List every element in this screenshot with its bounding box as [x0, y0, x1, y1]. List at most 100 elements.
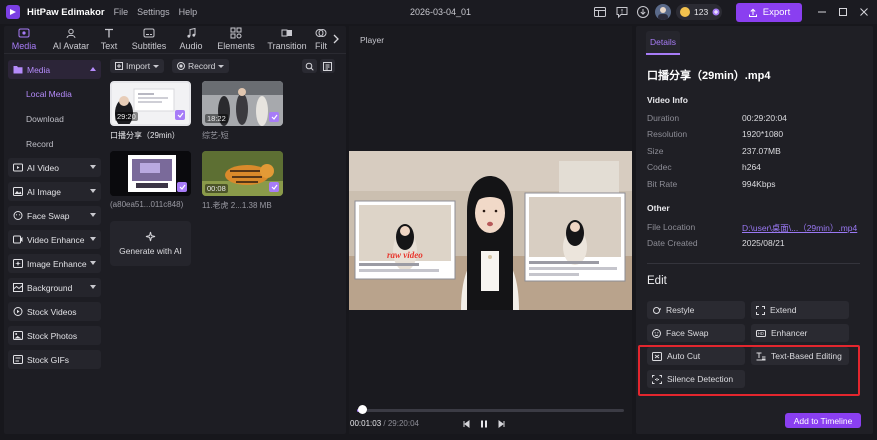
- tab-text-label: Text: [100, 41, 118, 51]
- extend-icon: [756, 305, 765, 315]
- tab-transition[interactable]: Transition: [264, 26, 310, 54]
- checkbox-checked-icon[interactable]: [175, 110, 185, 120]
- restyle-button[interactable]: Restyle: [647, 301, 745, 319]
- download-icon[interactable]: [636, 5, 650, 19]
- sidebar-item-video-enhance[interactable]: Video Enhance: [8, 230, 101, 249]
- player-title: Player: [360, 35, 385, 45]
- media-thumb-3[interactable]: [110, 151, 191, 196]
- restyle-label: Restyle: [666, 305, 695, 315]
- progress-knob[interactable]: [357, 405, 367, 414]
- video-overlay-text: raw video: [387, 250, 423, 260]
- media-thumb-4[interactable]: 00:08: [202, 151, 283, 196]
- maximize-icon[interactable]: [836, 5, 850, 19]
- tab-elements[interactable]: Elements: [214, 26, 258, 54]
- tab-elements-label: Elements: [217, 41, 255, 51]
- sidebar-item-label: AI Video: [27, 162, 59, 173]
- app-name: HitPaw Edimakor: [27, 6, 105, 18]
- media-thumb-2[interactable]: 18:22: [202, 81, 283, 126]
- checkbox-checked-icon[interactable]: [269, 182, 279, 192]
- highlight-box: [638, 345, 860, 396]
- tab-details[interactable]: Details: [646, 31, 680, 55]
- stock-videos-icon: [13, 307, 23, 316]
- sidebar-item-label: Video Enhance: [27, 234, 85, 245]
- sidebar-item-background[interactable]: Background: [8, 278, 101, 297]
- sort-button[interactable]: [320, 59, 335, 73]
- file-location-link[interactable]: D:\user\桌面\...（29min）.mp4: [742, 222, 857, 234]
- info-value: 237.07MB: [742, 146, 781, 156]
- image-enhance-icon: [13, 259, 23, 268]
- sidebar-item-face-swap[interactable]: Face Swap: [8, 206, 101, 225]
- sidebar-item-stock-photos[interactable]: Stock Photos: [8, 326, 101, 345]
- document-title: 2026-03-04_01: [410, 7, 472, 17]
- import-label: Import: [126, 61, 151, 71]
- app-logo-icon: [6, 5, 20, 19]
- export-button[interactable]: Export: [736, 3, 802, 22]
- tab-subtitles[interactable]: Subtitles: [128, 26, 170, 54]
- next-frame-icon[interactable]: [497, 419, 507, 429]
- minimize-icon[interactable]: [815, 5, 829, 19]
- video-preview[interactable]: raw video: [349, 151, 632, 310]
- time-separator: /: [383, 419, 386, 428]
- sidebar-item-stock-videos[interactable]: Stock Videos: [8, 302, 101, 321]
- import-button[interactable]: Import: [110, 59, 165, 73]
- media-name: (a80ea51...011c848): [110, 200, 184, 209]
- info-label: Bit Rate: [647, 179, 678, 189]
- face-swap-button[interactable]: Face Swap: [647, 324, 745, 342]
- tab-media[interactable]: Media: [4, 26, 44, 54]
- info-label: File Location: [647, 222, 696, 232]
- extend-label: Extend: [770, 305, 797, 315]
- info-value: 1920*1080: [742, 129, 784, 139]
- elements-icon: [230, 27, 242, 39]
- media-thumb-1[interactable]: 29:20: [110, 81, 191, 126]
- sidebar-sub-download[interactable]: Download: [26, 114, 64, 124]
- sidebar-item-ai-image[interactable]: AI Image: [8, 182, 101, 201]
- export-icon: [748, 8, 757, 17]
- sidebar-item-label: Stock GIFs: [27, 354, 70, 365]
- search-icon: [305, 62, 314, 71]
- tab-text[interactable]: Text: [94, 26, 124, 54]
- previous-frame-icon[interactable]: [461, 419, 471, 429]
- checkbox-checked-icon[interactable]: [269, 112, 279, 122]
- pause-icon[interactable]: [479, 419, 489, 429]
- checkbox-checked-icon[interactable]: [177, 182, 187, 192]
- chevron-down-icon: [90, 237, 96, 241]
- chevron-down-icon: [90, 213, 96, 217]
- chevron-right-icon[interactable]: [331, 33, 341, 45]
- sidebar-item-ai-video[interactable]: AI Video: [8, 158, 101, 177]
- sidebar-item-image-enhance[interactable]: Image Enhance: [8, 254, 101, 273]
- tab-audio[interactable]: Audio: [175, 26, 207, 54]
- layout-icon[interactable]: [593, 5, 607, 19]
- tab-audio-label: Audio: [179, 41, 203, 51]
- sidebar-item-media[interactable]: Media: [8, 60, 101, 79]
- sidebar-sub-local-media[interactable]: Local Media: [26, 89, 72, 99]
- info-label: Duration: [647, 113, 680, 123]
- chevron-down-icon: [90, 165, 96, 169]
- record-button[interactable]: Record: [172, 59, 230, 73]
- enhancer-button[interactable]: HD Enhancer: [751, 324, 849, 342]
- background-icon: [13, 283, 23, 292]
- info-label: Size: [647, 146, 664, 156]
- current-time: 00:01:03: [350, 419, 382, 428]
- record-label: Record: [188, 61, 216, 71]
- search-button[interactable]: [302, 59, 317, 73]
- menu-file[interactable]: File: [114, 7, 129, 17]
- info-label: Date Created: [647, 238, 698, 248]
- close-icon[interactable]: [857, 5, 871, 19]
- menu-settings[interactable]: Settings: [137, 7, 170, 17]
- add-to-timeline-button[interactable]: Add to Timeline: [785, 413, 861, 428]
- enhancer-label: Enhancer: [771, 328, 808, 338]
- credits-badge[interactable]: 123: [676, 4, 722, 20]
- progress-track[interactable]: [357, 409, 624, 412]
- export-label: Export: [762, 7, 791, 18]
- transition-icon: [281, 29, 292, 37]
- info-label: Resolution: [647, 129, 688, 139]
- tab-ai-avatar[interactable]: AI Avatar: [47, 26, 95, 54]
- feedback-icon[interactable]: [615, 5, 629, 19]
- menu-help[interactable]: Help: [179, 7, 198, 17]
- avatar[interactable]: [655, 4, 671, 20]
- extend-button[interactable]: Extend: [751, 301, 849, 319]
- sidebar-sub-record[interactable]: Record: [26, 139, 53, 149]
- generate-with-ai-button[interactable]: Generate with AI: [110, 221, 191, 266]
- sidebar-item-stock-gifs[interactable]: Stock GIFs: [8, 350, 101, 369]
- sidebar-item-label: Stock Photos: [27, 330, 78, 341]
